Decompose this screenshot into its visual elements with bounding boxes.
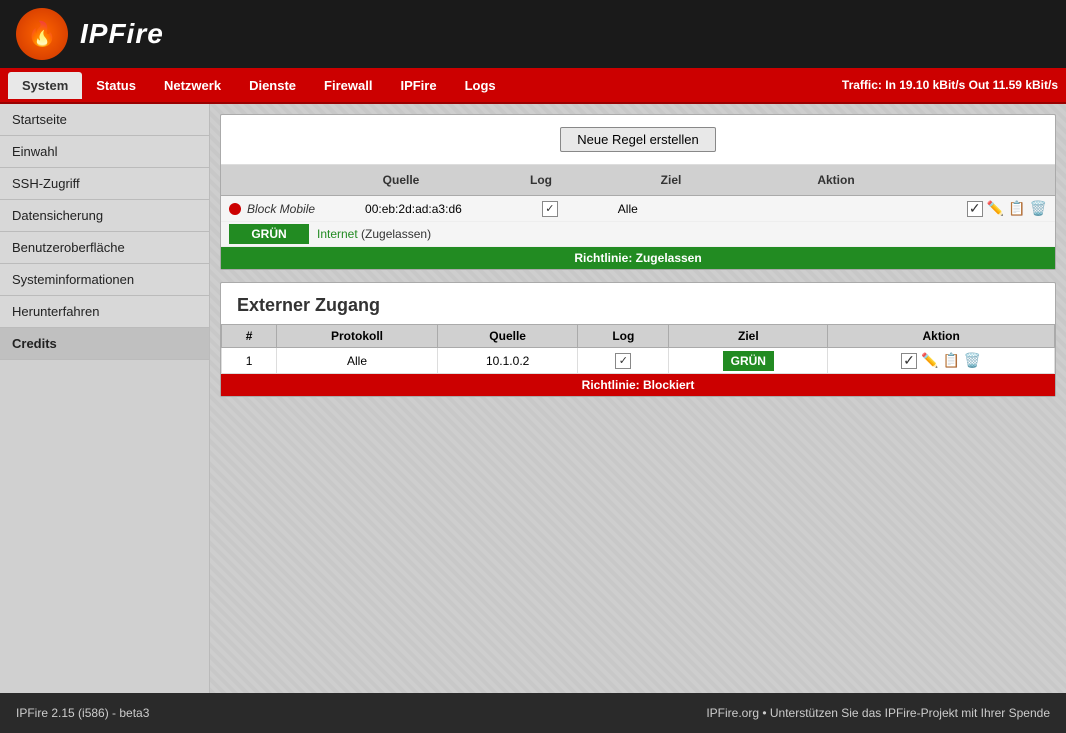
block-mobile-row: Block Mobile 00:eb:2d:ad:a3:d6 Alle ✏️ 📋… xyxy=(221,196,1055,222)
block-mobile-log-check xyxy=(542,200,558,217)
policy-banner-green: Richtlinie: Zugelassen xyxy=(221,247,1055,269)
sidebar-item-einwahl[interactable]: Einwahl xyxy=(0,136,209,168)
nav-item-netzwerk[interactable]: Netzwerk xyxy=(150,72,235,99)
footer: IPFire 2.15 (i586) - beta3 IPFire.org • … xyxy=(0,693,1066,733)
th-quelle: Quelle xyxy=(437,325,578,348)
col-aktion: Aktion xyxy=(761,169,911,191)
nav-item-firewall[interactable]: Firewall xyxy=(310,72,386,99)
cell-log xyxy=(578,348,669,374)
block-mobile-action-icons: ✏️ 📋 🗑️ xyxy=(967,200,1047,217)
copy-icon[interactable]: 📋 xyxy=(1008,200,1025,217)
policy-zone-row: GRÜN Internet (Zugelassen) xyxy=(221,222,1055,247)
traffic-info: Traffic: In 19.10 kBit/s Out 11.59 kBit/… xyxy=(842,78,1058,92)
flame-icon: 🔥 xyxy=(27,20,57,49)
sidebar-item-benutzeroberflaeche[interactable]: Benutzeroberfläche xyxy=(0,232,209,264)
edit-icon-row1[interactable]: ✏️ xyxy=(921,352,938,369)
col-empty xyxy=(221,169,301,191)
policy-suffix: (Zugelassen) xyxy=(361,227,431,241)
cell-num: 1 xyxy=(222,348,277,374)
new-rule-button[interactable]: Neue Regel erstellen xyxy=(560,127,715,152)
table-header-row: # Protokoll Quelle Log Ziel Aktion xyxy=(222,325,1055,348)
externer-zugang-table: # Protokoll Quelle Log Ziel Aktion 1 All… xyxy=(221,324,1055,374)
delete-icon-row1[interactable]: 🗑️ xyxy=(964,352,981,369)
edit-icon[interactable]: ✏️ xyxy=(987,200,1004,217)
th-aktion: Aktion xyxy=(828,325,1055,348)
policy-banner-red: Richtlinie: Blockiert xyxy=(221,374,1055,396)
header: 🔥 IPFire xyxy=(0,0,1066,68)
log-check[interactable] xyxy=(615,353,631,369)
delete-icon[interactable]: 🗑️ xyxy=(1030,200,1047,217)
upper-rules-card: Neue Regel erstellen Quelle Log Ziel Akt… xyxy=(220,114,1056,270)
sidebar-item-systeminformationen[interactable]: Systeminformationen xyxy=(0,264,209,296)
policy-text: Internet (Zugelassen) xyxy=(317,227,431,241)
footer-version: IPFire 2.15 (i586) - beta3 xyxy=(16,706,149,720)
gruen-cell: GRÜN xyxy=(723,351,774,371)
nav-item-ipfire[interactable]: IPFire xyxy=(386,72,450,99)
content-area: Neue Regel erstellen Quelle Log Ziel Akt… xyxy=(210,104,1066,693)
th-log: Log xyxy=(578,325,669,348)
cell-aktion: ✏️ 📋 🗑️ xyxy=(828,348,1055,374)
copy-icon-row1[interactable]: 📋 xyxy=(942,352,959,369)
app-logo: 🔥 xyxy=(16,8,68,60)
th-ziel: Ziel xyxy=(669,325,828,348)
rule-table-header: Quelle Log Ziel Aktion xyxy=(221,165,1055,196)
block-mobile-source: 00:eb:2d:ad:a3:d6 xyxy=(365,202,462,216)
table-row: 1 Alle 10.1.0.2 GRÜN ✏️ xyxy=(222,348,1055,374)
nav-item-dienste[interactable]: Dienste xyxy=(235,72,310,99)
block-mobile-label: Block Mobile xyxy=(247,202,315,216)
nav-item-logs[interactable]: Logs xyxy=(451,72,510,99)
th-protokoll: Protokoll xyxy=(277,325,438,348)
block-mobile-actions: ✏️ 📋 🗑️ xyxy=(967,200,1047,217)
cell-quelle: 10.1.0.2 xyxy=(437,348,578,374)
col-ziel: Ziel xyxy=(581,169,761,191)
main-layout: Startseite Einwahl SSH-Zugriff Datensich… xyxy=(0,104,1066,693)
th-num: # xyxy=(222,325,277,348)
app-title: IPFire xyxy=(80,18,164,50)
zone-label: GRÜN xyxy=(229,224,309,244)
sidebar-item-ssh[interactable]: SSH-Zugriff xyxy=(0,168,209,200)
red-status-dot xyxy=(229,203,241,215)
sidebar-item-credits[interactable]: Credits xyxy=(0,328,209,360)
nav-item-status[interactable]: Status xyxy=(82,72,150,99)
block-mobile-ziel: Alle xyxy=(618,202,638,216)
col-quelle: Quelle xyxy=(301,169,501,191)
sidebar-item-startseite[interactable]: Startseite xyxy=(0,104,209,136)
new-rule-row: Neue Regel erstellen xyxy=(221,115,1055,165)
sidebar-item-herunterfahren[interactable]: Herunterfahren xyxy=(0,296,209,328)
sidebar-item-datensicherung[interactable]: Datensicherung xyxy=(0,200,209,232)
footer-support: IPFire.org • Unterstützen Sie das IPFire… xyxy=(706,706,1050,720)
cell-ziel: GRÜN xyxy=(669,348,828,374)
col-log: Log xyxy=(501,169,581,191)
log-checkbox[interactable] xyxy=(542,201,558,217)
nav-item-system[interactable]: System xyxy=(8,72,82,99)
enable-checkbox[interactable] xyxy=(967,201,983,217)
externer-zugang-title: Externer Zugang xyxy=(221,283,1055,324)
cell-protokoll: Alle xyxy=(277,348,438,374)
action-icons-row1: ✏️ 📋 🗑️ xyxy=(836,352,1046,369)
externer-zugang-card: Externer Zugang # Protokoll Quelle Log Z… xyxy=(220,282,1056,397)
navbar: System Status Netzwerk Dienste Firewall … xyxy=(0,68,1066,104)
sidebar: Startseite Einwahl SSH-Zugriff Datensich… xyxy=(0,104,210,693)
enable-checkbox-row1[interactable] xyxy=(901,353,917,369)
internet-link[interactable]: Internet xyxy=(317,227,358,241)
